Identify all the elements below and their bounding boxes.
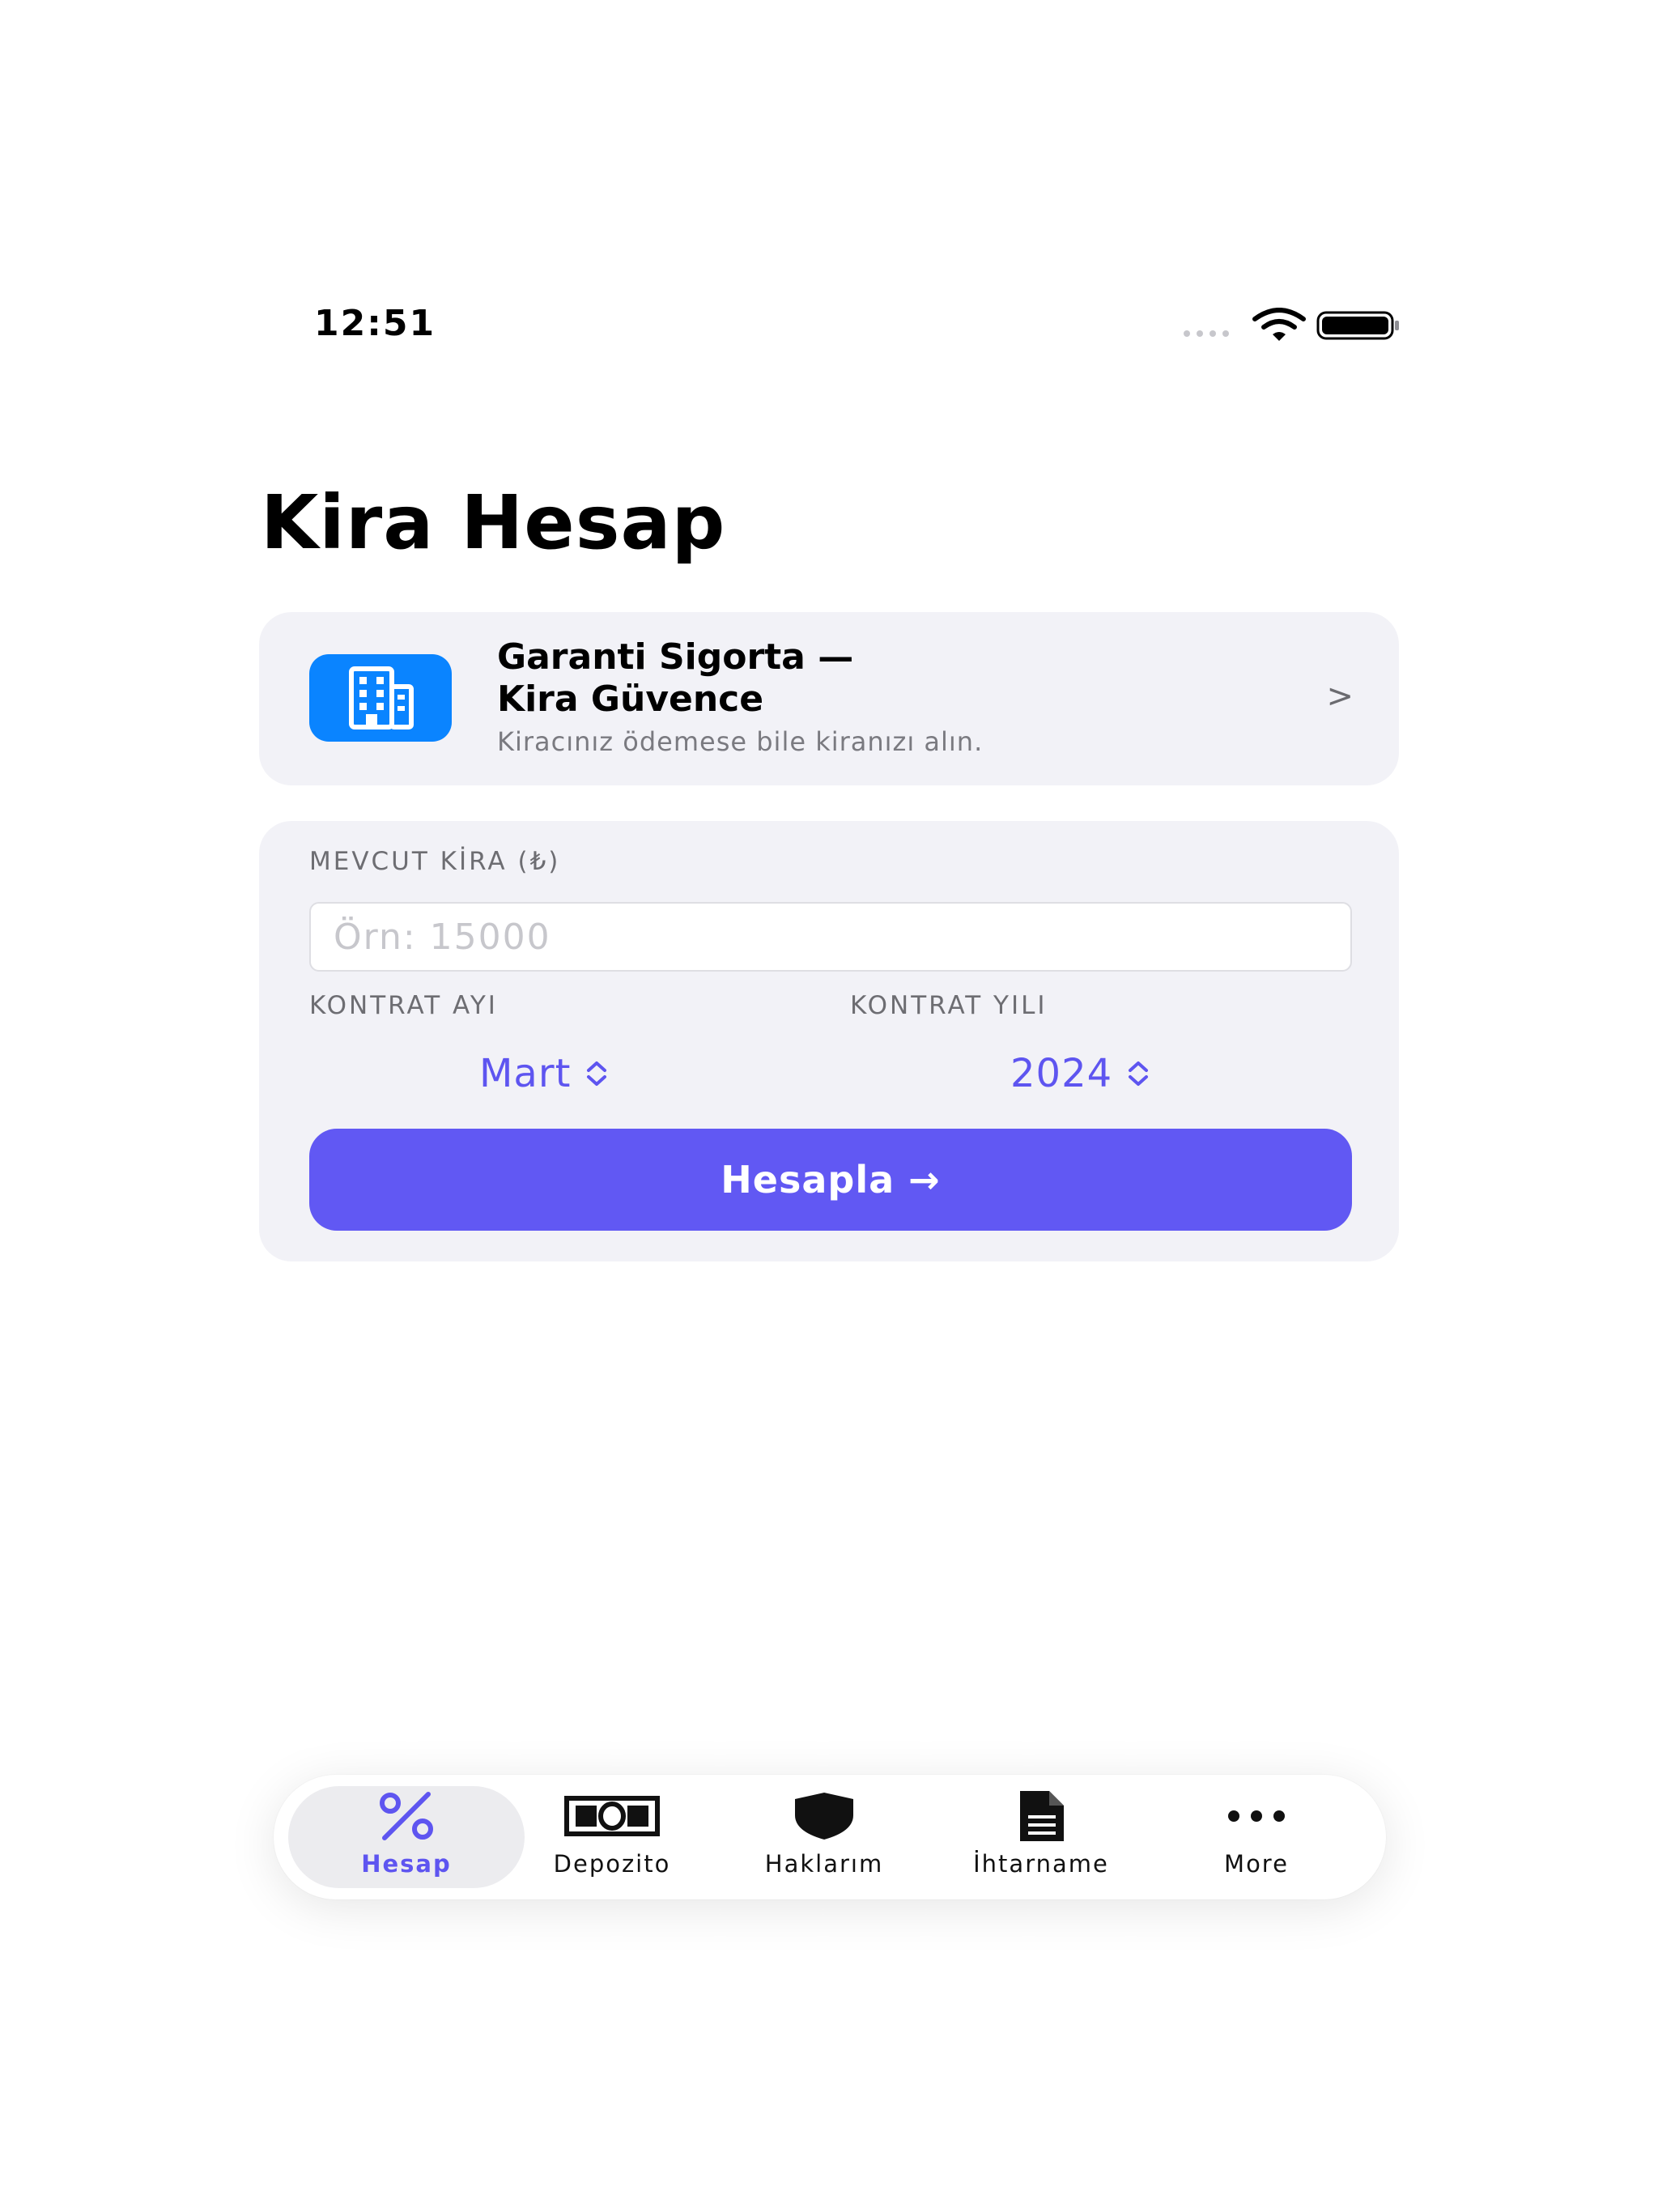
calculate-button-label: Hesapla → xyxy=(721,1158,941,1202)
insurance-promo-card[interactable]: Garanti Sigorta — Kira Güvence Kiracınız… xyxy=(259,612,1399,785)
tab-label: Depozito xyxy=(553,1850,671,1878)
contract-year-label: KONTRAT YILI xyxy=(850,991,1048,1020)
chevron-up-down-icon xyxy=(587,1061,607,1086)
contract-year-picker[interactable]: 2024 xyxy=(1010,1049,1153,1098)
chevron-right-icon: > xyxy=(1326,678,1354,715)
promo-subtitle: Kiracınız ödemese bile kiranızı alın. xyxy=(497,726,984,757)
promo-title: Garanti Sigorta — Kira Güvence xyxy=(497,636,854,720)
tab-label: More xyxy=(1224,1850,1289,1878)
tab-ihtarname[interactable]: İhtarname xyxy=(936,1786,1146,1888)
tab-hesap[interactable]: Hesap xyxy=(301,1786,512,1888)
chevron-up-down-icon xyxy=(1129,1061,1149,1086)
rent-calculator-form: MEVCUT KİRA (₺) KONTRAT AYI KONTRAT YILI… xyxy=(259,821,1399,1261)
calculate-button[interactable]: Hesapla → xyxy=(309,1129,1352,1231)
contract-month-picker[interactable]: Mart xyxy=(479,1049,611,1098)
status-time: 12:51 xyxy=(314,303,436,344)
promo-icon-tile xyxy=(309,654,452,742)
more-icon xyxy=(1228,1810,1285,1822)
tab-more[interactable]: More xyxy=(1151,1786,1362,1888)
contract-year-value: 2024 xyxy=(1010,1051,1113,1096)
cellular-signal-icon xyxy=(1184,330,1229,337)
tab-label: Haklarım xyxy=(764,1850,884,1878)
tab-bar: Hesap Depozito Haklarım İhtarname More xyxy=(274,1775,1386,1899)
rent-input[interactable] xyxy=(309,902,1352,972)
battery-icon xyxy=(1316,311,1399,340)
contract-month-value: Mart xyxy=(479,1051,572,1096)
banknote-icon xyxy=(564,1796,660,1836)
tab-label: İhtarname xyxy=(973,1850,1109,1878)
page-title: Kira Hesap xyxy=(261,479,726,566)
contract-month-label: KONTRAT AYI xyxy=(309,991,498,1020)
tab-depozito[interactable]: Depozito xyxy=(507,1786,717,1888)
wifi-icon xyxy=(1252,308,1306,341)
rent-label: MEVCUT KİRA (₺) xyxy=(309,847,561,876)
status-indicators xyxy=(1175,308,1402,343)
percent-icon xyxy=(380,1792,433,1840)
document-icon xyxy=(1020,1791,1064,1841)
tab-label: Hesap xyxy=(361,1850,452,1878)
building-icon xyxy=(349,666,414,730)
shield-icon xyxy=(795,1793,853,1840)
tab-haklarim[interactable]: Haklarım xyxy=(719,1786,929,1888)
